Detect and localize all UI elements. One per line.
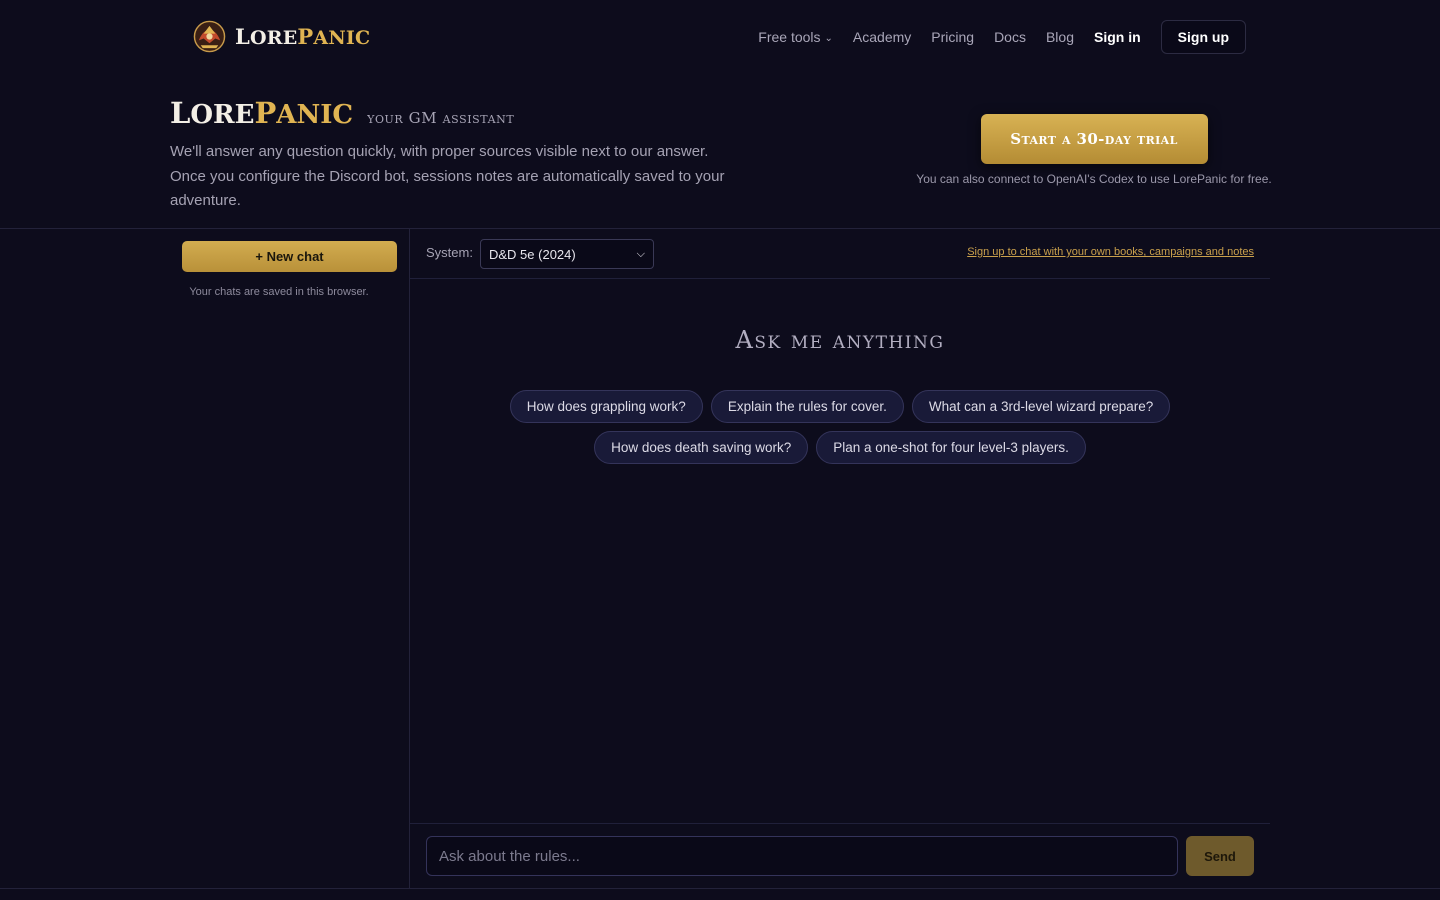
suggestion-row: How does death saving work? Plan a one-s… <box>410 431 1270 464</box>
new-chat-button[interactable]: + New chat <box>182 241 397 272</box>
nav-free-tools[interactable]: Free tools ⌄ <box>758 29 833 45</box>
ask-input[interactable] <box>426 836 1178 876</box>
logo-text-anic: ANIC <box>313 27 371 49</box>
top-navbar: LOREPANIC Free tools ⌄ Academy Pricing Do… <box>0 0 1440 74</box>
chevron-down-icon: ⌵ <box>636 247 645 260</box>
hero-text-ore: ORE <box>190 100 255 130</box>
composer: Send <box>410 823 1270 889</box>
suggestion-chip[interactable]: How does grappling work? <box>509 390 703 423</box>
hero-brand: LOREPANIC <box>170 96 353 130</box>
suggestion-chip[interactable]: Explain the rules for cover. <box>710 390 904 423</box>
logo-letter-l: L <box>235 24 250 49</box>
logo-text-ore: ORE <box>249 27 298 49</box>
hero-title: LOREPANIC your GM assistant <box>170 96 750 130</box>
hero-text-anic: ANIC <box>276 100 354 130</box>
system-select[interactable]: D&D 5e (2024) ⌵ <box>480 239 654 269</box>
hero-description: We'll answer any question quickly, with … <box>170 143 725 209</box>
start-trial-button[interactable]: Start a 30-day trial <box>980 114 1208 164</box>
logo[interactable]: LOREPANIC <box>193 20 370 53</box>
cta-block: Start a 30-day trial You can also connec… <box>908 114 1280 186</box>
logo-part-ore: ORE <box>250 27 297 49</box>
nav-pricing[interactable]: Pricing <box>931 29 974 45</box>
nav-academy[interactable]: Academy <box>853 29 911 45</box>
system-label: System: <box>426 245 473 260</box>
nav-blog[interactable]: Blog <box>1046 29 1074 45</box>
nav-free-tools-label: Free tools <box>758 29 821 45</box>
hero-letter-p: P <box>254 96 277 130</box>
system-select-value: D&D 5e (2024) <box>489 246 576 262</box>
hero-section: LOREPANIC your GM assistant We'll answer… <box>170 96 750 229</box>
hero-letter-l: L <box>170 96 191 130</box>
suggestion-chip[interactable]: What can a 3rd-level wizard prepare? <box>911 390 1171 423</box>
send-button[interactable]: Send <box>1186 836 1254 876</box>
chat-sidebar: + New chat Your chats are saved in this … <box>170 229 409 888</box>
dragon-crest-icon <box>193 20 226 53</box>
hero-tagline: your GM assistant <box>367 109 515 127</box>
logo-letter-p: P <box>297 24 314 49</box>
codex-note: You can also connect to OpenAI's Codex t… <box>916 172 1272 186</box>
chat-panel: System: D&D 5e (2024) ⌵ Sign up to chat … <box>410 229 1270 888</box>
nav-docs[interactable]: Docs <box>994 29 1026 45</box>
sign-in-link[interactable]: Sign in <box>1094 29 1141 45</box>
logo-wordmark: LOREPANIC <box>235 24 370 49</box>
suggestion-chip[interactable]: How does death saving work? <box>594 431 809 464</box>
sign-up-button[interactable]: Sign up <box>1160 20 1246 54</box>
bottom-divider <box>0 888 1440 889</box>
nav-links: Free tools ⌄ Academy Pricing Docs Blog Si… <box>758 19 1246 55</box>
saved-chats-note: Your chats are saved in this browser. <box>189 286 369 298</box>
system-bar: System: D&D 5e (2024) ⌵ Sign up to chat … <box>410 229 1270 279</box>
suggestion-row: How does grappling work? Explain the rul… <box>410 390 1270 423</box>
ask-heading: Ask me anything <box>735 326 945 354</box>
chevron-down-icon: ⌄ <box>824 33 833 44</box>
signup-books-link[interactable]: Sign up to chat with your own books, cam… <box>967 246 1254 258</box>
suggestion-chip[interactable]: Plan a one-shot for four level-3 players… <box>816 431 1086 464</box>
